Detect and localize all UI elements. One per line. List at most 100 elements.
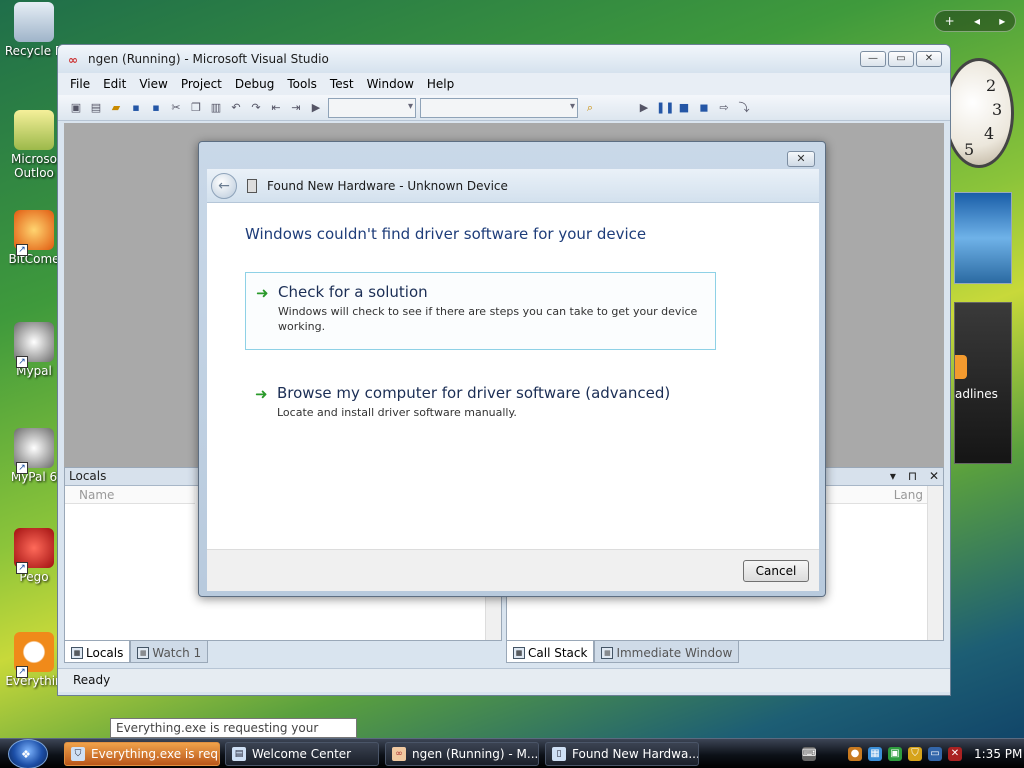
menu-edit[interactable]: Edit: [103, 77, 126, 91]
desktop-icon-everything[interactable]: ↗ Everythin: [4, 632, 64, 688]
feed-label: adlines: [955, 387, 998, 401]
menu-help[interactable]: Help: [427, 77, 454, 91]
check-for-solution-option[interactable]: ➜ Check for a solution Windows will chec…: [245, 272, 716, 350]
clock-number-3: 3: [992, 100, 1003, 119]
bitcomet-tray-icon[interactable]: ●: [848, 747, 862, 761]
desktop-icon-mypal6[interactable]: ↗ MyPal 6: [4, 428, 64, 484]
new-project-icon[interactable]: ▣: [68, 100, 84, 116]
menu-test[interactable]: Test: [330, 77, 354, 91]
taskbar-item-label: Everything.exe is req...: [91, 747, 220, 761]
rss-icon: [955, 355, 967, 379]
redo-icon[interactable]: ↷: [248, 100, 264, 116]
slideshow-gadget[interactable]: [954, 192, 1012, 284]
minimize-button[interactable]: —: [860, 51, 886, 67]
menu-file[interactable]: File: [70, 77, 90, 91]
tab-call-stack-label: Call Stack: [528, 646, 588, 660]
vs-window-title: ngen (Running) - Microsoft Visual Studio: [88, 52, 329, 66]
start-debugging-icon[interactable]: ▶: [308, 100, 324, 116]
volume-muted-icon[interactable]: ✕: [948, 747, 962, 761]
sidebar-prev-button[interactable]: ◂: [974, 14, 980, 28]
windows-flag-icon: ❖: [21, 748, 31, 761]
save-all-icon[interactable]: ▪: [148, 100, 164, 116]
visual-studio-icon: ∞: [68, 53, 78, 67]
dialog-header: ← Found New Hardware - Unknown Device: [207, 169, 819, 203]
tab-call-stack[interactable]: ▦ Call Stack: [506, 641, 595, 663]
solution-platform-dropdown[interactable]: [420, 97, 578, 118]
locals-name-column-header[interactable]: Name: [65, 486, 195, 504]
sidebar-next-button[interactable]: ▸: [999, 14, 1005, 28]
cut-icon[interactable]: ✂: [168, 100, 184, 116]
taskbar-item-welcome-center[interactable]: ▤ Welcome Center: [225, 742, 379, 766]
pane-close-icon[interactable]: ✕: [929, 469, 939, 483]
desktop-icon-label: Mypal: [16, 364, 52, 378]
menu-tools[interactable]: Tools: [287, 77, 317, 91]
status-bar: Ready: [58, 668, 950, 692]
menu-debug[interactable]: Debug: [235, 77, 274, 91]
tab-immediate-label: Immediate Window: [616, 646, 733, 660]
dialog-close-button[interactable]: ✕: [787, 151, 815, 167]
locals-icon: ▦: [71, 647, 83, 659]
safely-remove-icon[interactable]: ▣: [888, 747, 902, 761]
taskbar-item-label: ngen (Running) - M...: [412, 747, 539, 761]
stop-debugging-icon[interactable]: ■: [676, 100, 692, 116]
taskbar-clock[interactable]: 1:35 PM: [974, 747, 1022, 761]
feed-headlines-gadget[interactable]: adlines: [954, 302, 1012, 464]
add-item-icon[interactable]: ▤: [88, 100, 104, 116]
pane-dropdown-icon[interactable]: ▾: [890, 469, 896, 483]
continue-icon[interactable]: ▶: [636, 100, 652, 116]
undo-icon[interactable]: ↶: [228, 100, 244, 116]
solution-configuration-dropdown[interactable]: [328, 97, 416, 118]
restart-icon[interactable]: ◼: [696, 100, 712, 116]
save-icon[interactable]: ▪: [128, 100, 144, 116]
monitor-icon[interactable]: ▭: [928, 747, 942, 761]
green-arrow-icon: ➜: [255, 385, 268, 403]
tab-watch-label: Watch 1: [152, 646, 202, 660]
menu-project[interactable]: Project: [181, 77, 222, 91]
back-arrow-icon[interactable]: ←: [211, 172, 237, 199]
tab-locals[interactable]: ▦ Locals: [64, 641, 131, 663]
shield-icon: ⛉: [71, 747, 85, 761]
taskbar-item-found-new-hardware[interactable]: ▯ Found New Hardwa...: [545, 742, 699, 766]
start-button[interactable]: ❖: [8, 739, 48, 768]
shortcut-arrow-icon: ↗: [16, 562, 28, 574]
open-file-icon[interactable]: ▰: [108, 100, 124, 116]
taskbar-item-everything[interactable]: ⛉ Everything.exe is req...: [64, 742, 220, 766]
tab-immediate-window[interactable]: ▦ Immediate Window: [594, 641, 740, 663]
device-icon: [247, 178, 257, 193]
recycle-bin-icon: [14, 2, 54, 42]
desktop-icon-mypal[interactable]: ↗ Mypal: [4, 322, 64, 378]
taskbar-item-label: Found New Hardwa...: [572, 747, 699, 761]
pin-icon[interactable]: ⊓: [908, 469, 917, 483]
shortcut-arrow-icon: ↗: [16, 244, 28, 256]
menu-window[interactable]: Window: [367, 77, 414, 91]
navigate-backward-icon[interactable]: ⇤: [268, 100, 284, 116]
taskbar-item-visual-studio[interactable]: ∞ ngen (Running) - M...: [385, 742, 539, 766]
find-in-files-icon[interactable]: ⌕: [582, 100, 598, 116]
security-icon[interactable]: ⛉: [908, 747, 922, 761]
show-next-statement-icon[interactable]: ⇨: [716, 100, 732, 116]
desktop-icon-pego[interactable]: ↗ Pego: [4, 528, 64, 584]
tab-watch-1[interactable]: ▦ Watch 1: [130, 641, 209, 663]
cancel-button[interactable]: Cancel: [743, 560, 809, 582]
desktop-icon-recycle-bin[interactable]: Recycle B: [4, 2, 64, 58]
close-button[interactable]: ✕: [916, 51, 942, 67]
tab-locals-label: Locals: [86, 646, 124, 660]
break-all-icon[interactable]: ❚❚: [656, 100, 674, 116]
browse-computer-option[interactable]: ➜ Browse my computer for driver software…: [245, 374, 716, 420]
left-pane-tabs: ▦ Locals ▦ Watch 1: [64, 641, 209, 663]
desktop-icon-label: Recycle B: [4, 44, 64, 58]
desktop-icon-bitcomet[interactable]: ↗ BitCome: [4, 210, 64, 266]
copy-icon[interactable]: ❐: [188, 100, 204, 116]
step-into-icon[interactable]: ⤵: [736, 100, 752, 116]
maximize-button[interactable]: ▭: [888, 51, 914, 67]
network-icon[interactable]: ▦: [868, 747, 882, 761]
menu-view[interactable]: View: [139, 77, 167, 91]
keyboard-icon[interactable]: ⌨: [802, 747, 816, 761]
call-stack-scrollbar[interactable]: [927, 486, 943, 640]
sidebar-add-button[interactable]: +: [945, 14, 955, 28]
vs-title-bar[interactable]: ∞ ngen (Running) - Microsoft Visual Stud…: [58, 45, 950, 73]
paste-icon[interactable]: ▥: [208, 100, 224, 116]
navigate-forward-icon[interactable]: ⇥: [288, 100, 304, 116]
sidebar-controls[interactable]: + ◂ ▸: [934, 10, 1016, 32]
desktop-icon-outlook[interactable]: Microso Outloo: [4, 110, 64, 180]
